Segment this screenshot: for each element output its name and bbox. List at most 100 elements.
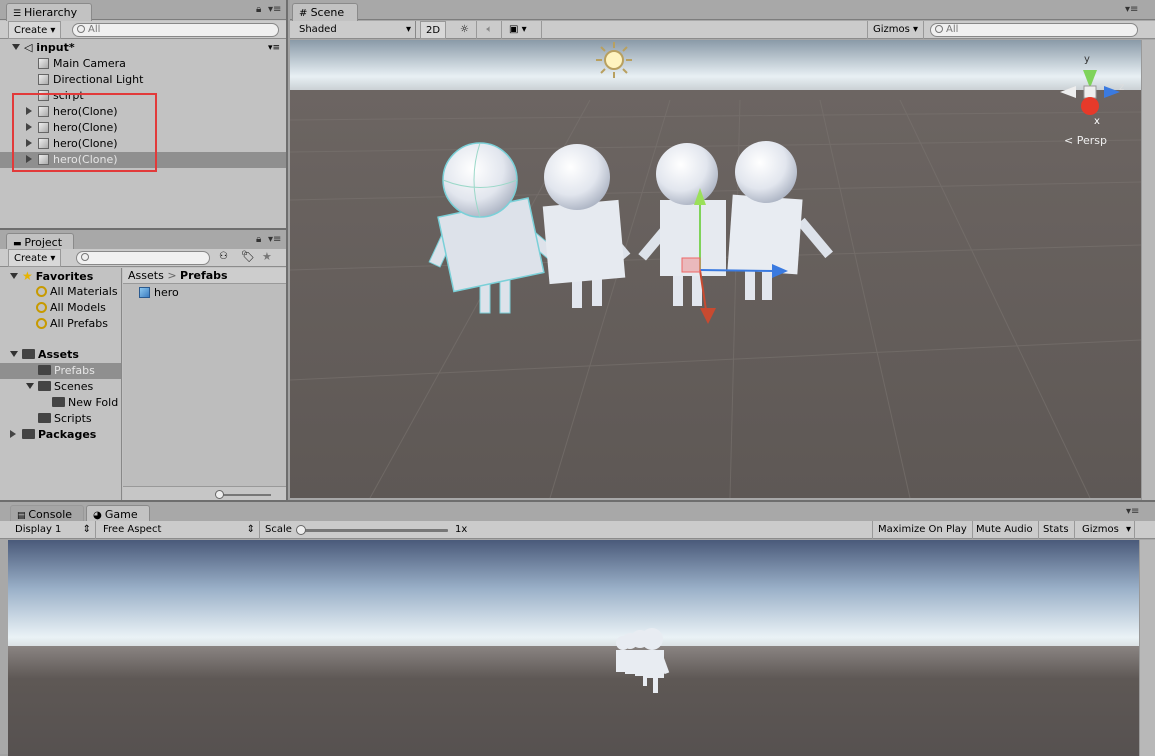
lock-icon[interactable]: 🔒︎ [256, 4, 261, 15]
icon-size-slider-thumb[interactable] [215, 490, 224, 499]
menu-icon[interactable]: ▾≡ [1126, 506, 1139, 517]
fav-item-all-models[interactable]: All Models [0, 300, 121, 316]
create-button[interactable]: Create ▾ [8, 21, 62, 39]
game-gizmos-dropdown[interactable]: Gizmos ▾ [1077, 521, 1135, 539]
toggle-2d-button[interactable]: 2D [420, 21, 447, 39]
scene-menu-icon[interactable]: ▾≡ [268, 40, 280, 56]
lighting-toggle[interactable]: ☼ [453, 21, 477, 39]
tab-hierarchy[interactable]: ☰ Hierarchy [6, 3, 92, 21]
asset-hero-prefab[interactable]: hero [123, 285, 286, 301]
scale-slider-thumb[interactable] [296, 525, 306, 535]
stats-toggle[interactable]: Stats [1038, 521, 1075, 539]
chevron-right-icon: > [167, 269, 181, 282]
project-search-input[interactable] [76, 251, 210, 265]
maximize-on-play-toggle[interactable]: Maximize On Play [872, 521, 973, 539]
tree-item-main-camera[interactable]: Main Camera [0, 56, 286, 72]
fav-item-all-materials[interactable]: All Materials [0, 284, 121, 300]
folder-label: Scripts [54, 412, 92, 425]
lock-icon[interactable]: 🔒︎ [256, 234, 261, 245]
breadcrumb-assets[interactable]: Assets [128, 269, 164, 282]
folder-new-fold[interactable]: New Fold [0, 395, 121, 411]
folder-icon [22, 429, 35, 439]
favorite-star-icon[interactable]: ★ [262, 250, 272, 263]
axis-z-label: z [1119, 82, 1124, 93]
display-dropdown[interactable]: Display 1 ⇕ [10, 521, 96, 539]
favorites-label: Favorites [35, 270, 94, 283]
tree-item-directional-light[interactable]: Directional Light [0, 72, 286, 88]
search-icon [935, 25, 943, 33]
speaker-icon: 🔈︎ [486, 24, 493, 35]
label-tag-icon[interactable]: 🏷︎ [241, 250, 255, 263]
search-placeholder: All [946, 24, 959, 35]
list-icon: ☰ [13, 9, 24, 19]
scale-value: 1x [450, 521, 472, 539]
favorites-header[interactable]: ★ Favorites [0, 268, 121, 284]
scale-slider-track[interactable] [300, 529, 448, 532]
create-label: Create [14, 25, 48, 36]
folder-label: Scenes [54, 380, 94, 393]
menu-icon[interactable]: ▾≡ [1125, 4, 1138, 15]
game-view[interactable] [8, 540, 1139, 756]
shading-label: Shaded [299, 24, 337, 35]
aspect-dropdown[interactable]: Free Aspect ⇕ [98, 521, 260, 539]
hierarchy-panel: ☰ Hierarchy 🔒︎ ▾≡ Create ▾ All ◁ input* … [0, 0, 288, 228]
pacman-icon: ◕ [93, 510, 105, 521]
icon-size-slider-track[interactable] [217, 494, 271, 496]
menu-icon[interactable]: ▾≡ [268, 4, 281, 15]
folder-icon [22, 349, 35, 359]
image-icon: ▣ [509, 24, 519, 35]
tab-scene[interactable]: # Scene [292, 3, 358, 21]
project-folder-tree: ★ Favorites All Materials All Models All … [0, 268, 122, 502]
scene-gizmos-dropdown[interactable]: Gizmos ▾ [867, 21, 925, 39]
expand-arrow-icon[interactable] [10, 430, 16, 438]
persp-text: Persp [1077, 134, 1107, 147]
expand-icon[interactable] [12, 44, 20, 50]
folder-prefabs[interactable]: Prefabs [0, 363, 121, 379]
scene-view-canvas: y z x < Persp [290, 40, 1141, 498]
folder-scenes[interactable]: Scenes [0, 379, 121, 395]
expand-icon[interactable] [10, 351, 18, 357]
game-panel: ▤ Console ◕ Game ▾≡ Display 1 ⇕ Free Aspe… [0, 500, 1155, 756]
hierarchy-search-input[interactable]: All [72, 23, 279, 37]
scene-scrollbar[interactable] [1141, 40, 1155, 500]
game-view-canvas [8, 540, 1139, 756]
tree-item-label: Main Camera [53, 57, 126, 70]
dropdown-arrow-icon: ▾ [405, 24, 411, 35]
hierarchy-tree: ◁ input* ▾≡ Main Camera Directional Ligh… [0, 40, 286, 228]
maximize-label: Maximize On Play [878, 524, 967, 535]
shading-mode-dropdown[interactable]: Shaded ▾ [294, 21, 416, 39]
mute-audio-toggle[interactable]: Mute Audio [971, 521, 1039, 539]
search-filter-icon [36, 318, 47, 329]
tab-scene-label: Scene [310, 6, 345, 19]
expand-icon[interactable] [10, 273, 18, 279]
hierarchy-tabbar: ☰ Hierarchy 🔒︎ ▾≡ [0, 0, 286, 21]
menu-icon[interactable]: ▾≡ [268, 234, 281, 245]
packages-header[interactable]: Packages [0, 427, 121, 443]
scene-viewport[interactable]: y z x < Persp [290, 40, 1141, 498]
assets-label: Assets [38, 348, 79, 361]
filter-by-type-icon[interactable]: ⚇ [219, 251, 228, 262]
folder-icon [38, 365, 51, 375]
project-create-button[interactable]: Create ▾ [8, 249, 62, 267]
fav-item-all-prefabs[interactable]: All Prefabs [0, 316, 121, 332]
axis-y-label: y [1084, 54, 1090, 65]
directional-light-icon[interactable] [596, 42, 632, 78]
prefab-icon [139, 287, 150, 298]
folder-scripts[interactable]: Scripts [0, 411, 121, 427]
search-filter-icon [36, 286, 47, 297]
effects-toggle[interactable]: ▣ ▾ [504, 21, 542, 39]
folder-label: Prefabs [54, 364, 95, 377]
scale-label: Scale [260, 521, 297, 539]
game-scrollbar[interactable] [1139, 540, 1155, 756]
breadcrumb-prefabs[interactable]: Prefabs [180, 269, 228, 282]
ground-plane [290, 90, 1141, 498]
scene-root[interactable]: ◁ input* ▾≡ [0, 40, 286, 56]
assets-header[interactable]: Assets [0, 347, 121, 363]
audio-toggle[interactable]: 🔈︎ [478, 21, 502, 39]
expand-icon[interactable] [26, 383, 34, 389]
fav-item-label: All Prefabs [50, 317, 108, 330]
scene-search-input[interactable]: All [930, 23, 1138, 37]
persp-label[interactable]: < Persp [1064, 134, 1107, 147]
packages-label: Packages [38, 428, 97, 441]
annotation-highlight-box [12, 93, 157, 172]
